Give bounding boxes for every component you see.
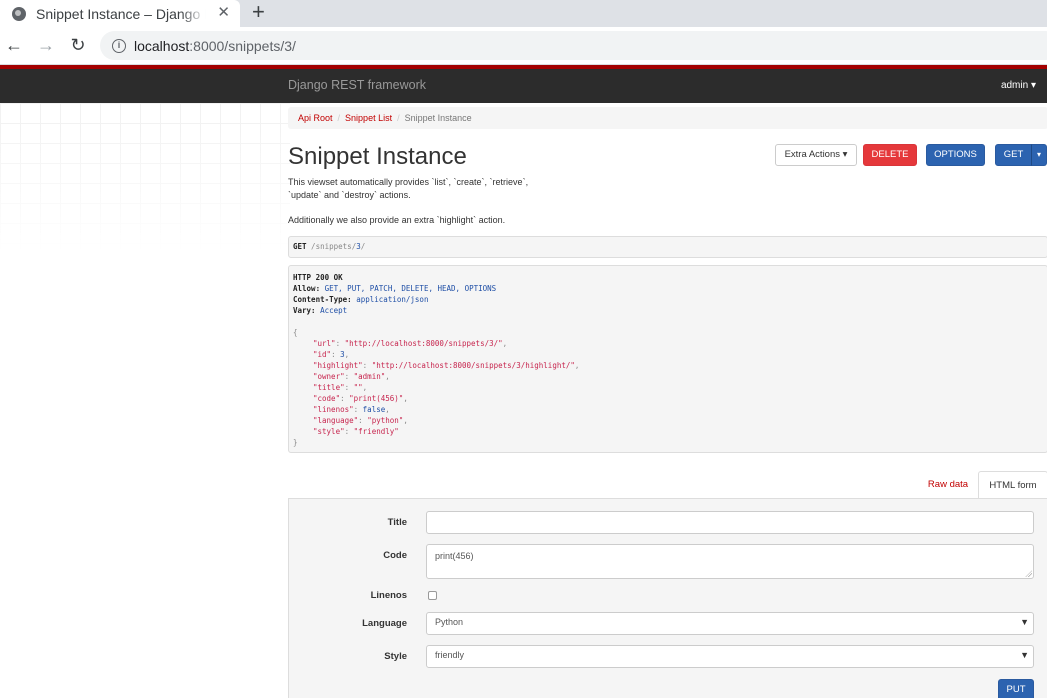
get-button[interactable]: GET (995, 144, 1032, 166)
caret-down-icon: ▾ (842, 149, 848, 160)
linenos-checkbox[interactable] (428, 591, 437, 600)
request-path-prefix: /snippets/ (306, 242, 357, 251)
breadcrumb-snippet-list[interactable]: Snippet List (345, 113, 392, 123)
user-name: admin (1000, 80, 1029, 91)
json-close-brace: } (293, 438, 298, 447)
url-host: localhost (134, 37, 190, 54)
response-status: HTTP 200 OK (293, 273, 343, 282)
breadcrumb-separator: / (337, 113, 341, 123)
code-value: print(456) (435, 551, 474, 561)
style-label: Style (384, 651, 407, 662)
brand-link[interactable]: Django REST framework (288, 78, 426, 92)
response-json: { "url": "http://localhost:8000/snippets… (293, 327, 1043, 448)
address-bar[interactable]: i localhost:8000/snippets/3/ (100, 31, 1047, 60)
tab-raw-data[interactable]: Raw data (920, 472, 976, 498)
json-line-highlight: "highlight": "http://localhost:8000/snip… (313, 361, 580, 370)
response-header-content-type: Content-Type: application/json (293, 295, 429, 304)
json-line-code: "code": "print(456)", (313, 394, 408, 403)
json-line-title: "title": "", (313, 383, 368, 392)
delete-button[interactable]: DELETE (863, 144, 917, 166)
put-button[interactable]: PUT (998, 679, 1034, 698)
caret-down-icon: ▾ (1030, 80, 1036, 91)
extra-actions-dropdown[interactable]: Extra Actions ▾ (775, 144, 857, 166)
background-grid (0, 103, 290, 253)
url-path: :8000/snippets/3/ (189, 37, 296, 54)
tab-title: Snippet Instance – Django REST framework (36, 5, 206, 22)
new-tab-icon[interactable]: + (252, 1, 265, 23)
info-icon[interactable]: i (112, 38, 126, 53)
style-value: friendly (435, 650, 465, 660)
browser-tabbar: Snippet Instance – Django REST framework… (0, 0, 1047, 27)
view-description: This viewset automatically provides `lis… (288, 176, 558, 202)
page-title: Snippet Instance (288, 143, 467, 170)
description-line: `update` and `destroy` actions. (288, 190, 411, 200)
forward-arrow-icon[interactable]: → (36, 35, 56, 55)
get-format-dropdown[interactable]: ▾ (1031, 144, 1047, 166)
json-line-linenos: "linenos": false, (313, 405, 390, 414)
select-arrow-icon: ▼ (1020, 650, 1029, 660)
json-open-brace: { (293, 328, 298, 337)
code-label: Code (383, 550, 407, 561)
code-textarea[interactable]: print(456) (426, 544, 1034, 579)
request-info: GET /snippets/3/ (288, 236, 1047, 258)
globe-icon (12, 6, 26, 21)
breadcrumb-separator: / (397, 113, 400, 123)
style-select[interactable]: friendly ▼ (426, 645, 1034, 668)
language-value: Python (435, 617, 464, 627)
breadcrumb-api-root[interactable]: Api Root (298, 113, 333, 123)
browser-toolbar: ← → ↻ i localhost:8000/snippets/3/ (0, 27, 1047, 65)
json-line-owner: "owner": "admin", (313, 372, 390, 381)
language-label: Language (362, 618, 407, 629)
json-line-style: "style": "friendly" (313, 427, 399, 436)
request-method: GET (293, 242, 307, 251)
user-menu[interactable]: admin ▾ (1001, 80, 1036, 91)
resize-handle-icon[interactable] (1025, 570, 1032, 577)
response-info: HTTP 200 OK Allow: GET, PUT, PATCH, DELE… (288, 265, 1047, 453)
language-select[interactable]: Python ▼ (426, 612, 1034, 635)
json-line-language: "language": "python", (313, 416, 408, 425)
tab-html-form[interactable]: HTML form (978, 471, 1047, 499)
json-line-url: "url": "http://localhost:8000/snippets/3… (313, 339, 508, 348)
caret-down-icon: ▾ (1036, 150, 1041, 159)
linenos-label: Linenos (370, 590, 407, 601)
select-arrow-icon: ▼ (1020, 617, 1029, 627)
navbar: Django REST framework admin ▾ (0, 65, 1047, 103)
response-header-allow: Allow: GET, PUT, PATCH, DELETE, HEAD, OP… (293, 284, 497, 293)
json-line-id: "id": 3, (313, 350, 350, 359)
breadcrumb: Api Root / Snippet List / Snippet Instance (288, 107, 1047, 129)
reload-icon[interactable]: ↻ (68, 35, 88, 55)
browser-tab[interactable]: Snippet Instance – Django REST framework… (0, 0, 240, 27)
close-icon[interactable]: ✕ (217, 4, 230, 22)
options-button[interactable]: OPTIONS (926, 144, 985, 166)
view-description-extra: Additionally we also provide an extra `h… (288, 215, 506, 225)
extra-actions-label: Extra Actions (784, 149, 841, 160)
response-header-vary: Vary: Accept (293, 306, 348, 315)
url-text: localhost:8000/snippets/3/ (134, 38, 296, 54)
title-label: Title (387, 517, 407, 528)
breadcrumb-current: Snippet Instance (404, 113, 472, 123)
request-path-suffix: / (360, 242, 366, 251)
back-arrow-icon[interactable]: ← (4, 35, 24, 55)
title-input[interactable] (426, 511, 1034, 534)
description-line: This viewset automatically provides `lis… (288, 177, 529, 187)
html-form-panel: Title Code print(456) Linenos Language P… (288, 498, 1047, 698)
